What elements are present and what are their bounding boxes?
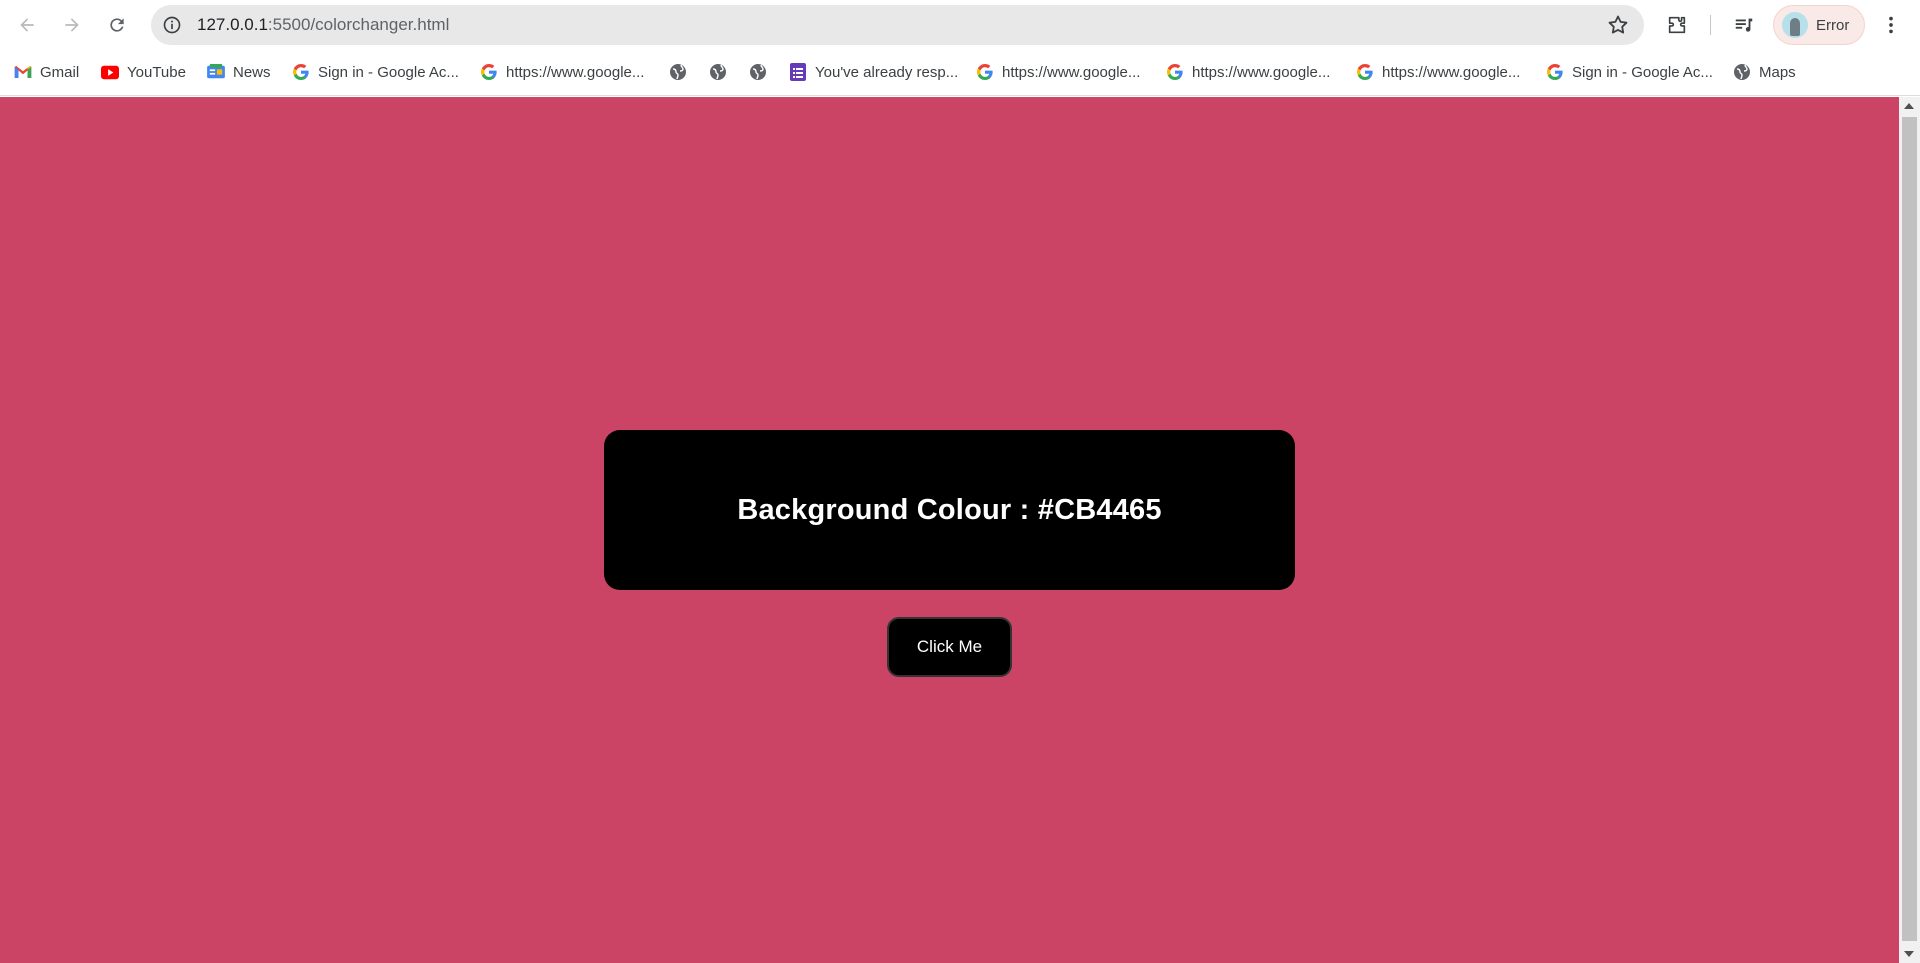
bookmark-globe-2[interactable] xyxy=(709,59,727,85)
browser-toolbar: 127.0.0.1:5500/colorchanger.html Error xyxy=(0,0,1920,50)
profile-label: Error xyxy=(1816,16,1850,34)
bookmark-google-link-3[interactable]: https://www.google... xyxy=(1166,59,1330,85)
bookmark-gmail[interactable]: Gmail xyxy=(14,59,79,85)
reload-button[interactable] xyxy=(100,8,134,42)
bookmark-news[interactable]: News xyxy=(207,59,271,85)
kebab-menu-icon xyxy=(1889,16,1893,34)
extensions-button[interactable] xyxy=(1662,10,1692,40)
gmail-icon xyxy=(14,63,32,81)
bookmark-google-link-2[interactable]: https://www.google... xyxy=(976,59,1140,85)
bookmark-label: https://www.google... xyxy=(1192,63,1331,81)
bookmark-label: Gmail xyxy=(40,63,80,81)
url-path: :5500/colorchanger.html xyxy=(267,15,450,34)
bookmark-label: Sign in - Google Ac... xyxy=(1572,63,1713,81)
bookmarks-bar: Gmail YouTube News Sign in - Google Ac..… xyxy=(0,50,1920,96)
bookmark-label: News xyxy=(233,63,271,81)
bookmark-label: Maps xyxy=(1759,63,1796,81)
back-button[interactable] xyxy=(10,8,44,42)
puzzle-icon xyxy=(1668,16,1686,34)
bookmark-google-link-1[interactable]: https://www.google... xyxy=(480,59,644,85)
bookmark-label: https://www.google... xyxy=(506,63,645,81)
bookmark-globe-3[interactable] xyxy=(749,59,767,85)
google-forms-icon xyxy=(789,63,807,81)
page-viewport: Background Colour : #CB4465 Click Me xyxy=(0,97,1899,963)
arrow-left-icon xyxy=(20,18,34,32)
bookmark-label: YouTube xyxy=(127,63,186,81)
url-host: 127.0.0.1 xyxy=(197,15,268,34)
color-display-box: Background Colour : #CB4465 xyxy=(604,430,1295,590)
toolbar-divider xyxy=(1710,15,1711,35)
bookmark-youtube[interactable]: YouTube xyxy=(101,59,186,85)
url-text[interactable]: 127.0.0.1:5500/colorchanger.html xyxy=(197,5,449,45)
globe-icon xyxy=(1733,63,1751,81)
background-colour-heading: Background Colour : #CB4465 xyxy=(737,493,1162,526)
bookmark-label: Sign in - Google Ac... xyxy=(318,63,459,81)
browser-menu-button[interactable] xyxy=(1876,10,1906,40)
bookmark-maps[interactable]: Maps xyxy=(1733,59,1796,85)
google-icon xyxy=(292,63,310,81)
address-bar[interactable]: 127.0.0.1:5500/colorchanger.html xyxy=(151,5,1644,45)
forward-button[interactable] xyxy=(55,8,89,42)
avatar xyxy=(1782,12,1808,38)
globe-icon xyxy=(669,63,687,81)
media-queue-icon xyxy=(1735,18,1753,32)
google-icon xyxy=(480,63,498,81)
google-icon xyxy=(976,63,994,81)
bookmark-star-button[interactable] xyxy=(1606,13,1630,37)
google-icon xyxy=(1546,63,1564,81)
bookmark-label: You've already resp... xyxy=(815,63,959,81)
bookmark-globe-1[interactable] xyxy=(669,59,687,85)
scroll-up-arrow-icon[interactable] xyxy=(1904,103,1914,109)
profile-button[interactable]: Error xyxy=(1773,5,1865,45)
bookmark-google-signin-1[interactable]: Sign in - Google Ac... xyxy=(292,59,459,85)
reload-icon xyxy=(110,18,124,32)
bookmark-google-form[interactable]: You've already resp... xyxy=(789,59,958,85)
google-icon xyxy=(1356,63,1374,81)
bookmark-google-signin-2[interactable]: Sign in - Google Ac... xyxy=(1546,59,1713,85)
arrow-right-icon xyxy=(65,18,79,32)
page-scrollbar[interactable] xyxy=(1899,97,1920,963)
scroll-down-arrow-icon[interactable] xyxy=(1904,951,1914,957)
media-control-button[interactable] xyxy=(1729,10,1759,40)
site-info-button[interactable] xyxy=(157,10,187,40)
google-news-icon xyxy=(207,63,225,81)
scrollbar-thumb[interactable] xyxy=(1902,117,1917,941)
star-icon xyxy=(1608,15,1628,34)
bookmark-google-link-4[interactable]: https://www.google... xyxy=(1356,59,1520,85)
globe-icon xyxy=(749,63,767,81)
bookmark-label: https://www.google... xyxy=(1002,63,1141,81)
globe-icon xyxy=(709,63,727,81)
youtube-icon xyxy=(101,63,119,81)
click-me-button[interactable]: Click Me xyxy=(887,617,1012,677)
bookmark-label: https://www.google... xyxy=(1382,63,1521,81)
google-icon xyxy=(1166,63,1184,81)
info-icon xyxy=(163,16,181,34)
